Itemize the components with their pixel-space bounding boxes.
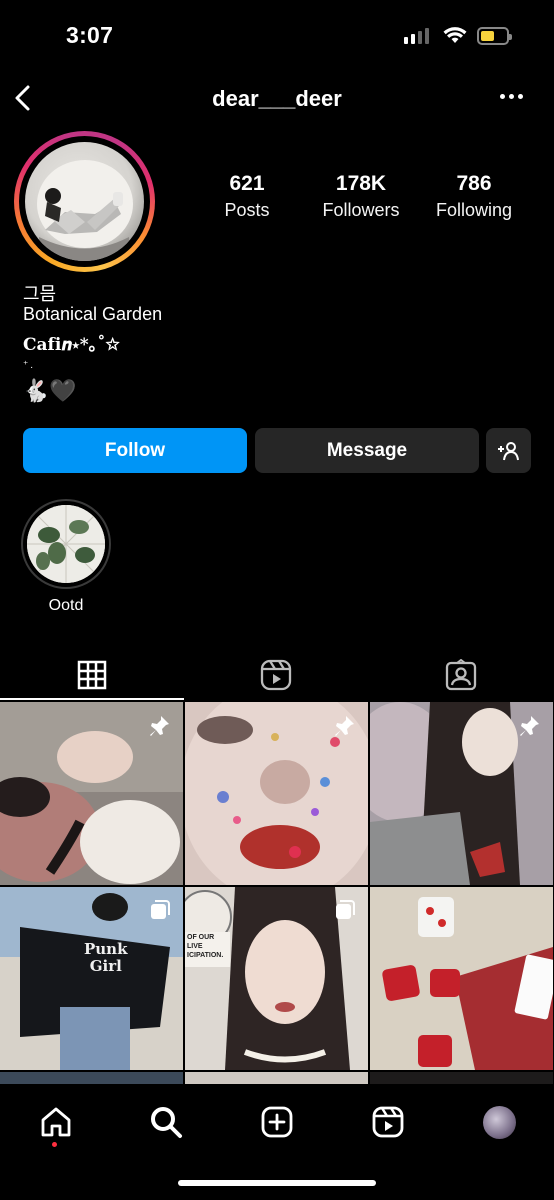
following-label: Following (435, 200, 513, 220)
more-options-button[interactable] (500, 94, 523, 99)
nav-create[interactable] (257, 1102, 297, 1142)
following-stat[interactable]: 786 Following (424, 172, 524, 221)
grid-post[interactable] (370, 887, 553, 1070)
pin-icon (335, 716, 354, 736)
tab-tagged[interactable] (369, 652, 553, 698)
followers-count: 178K (335, 172, 387, 195)
bio-line-1: Botanical Garden (23, 304, 163, 324)
carousel-icon (151, 900, 170, 919)
grid-icon (77, 660, 107, 690)
battery-icon (477, 27, 512, 45)
nav-reels[interactable] (368, 1102, 408, 1142)
create-icon (261, 1106, 293, 1138)
profile-avatar-icon (482, 1105, 516, 1139)
bio-name: 그믐 (23, 284, 57, 304)
highlight-ootd[interactable] (21, 499, 111, 589)
grid-post[interactable]: OF OUR LIVE ICIPATION. (185, 887, 368, 1070)
highlight-cover (27, 505, 105, 583)
profile-avatar[interactable] (14, 131, 155, 272)
signal-icon (404, 28, 429, 44)
posts-count: 621 (229, 172, 265, 195)
status-time: 3:07 (66, 22, 114, 48)
notification-dot (52, 1142, 57, 1147)
following-count: 786 (456, 172, 492, 195)
grid-post[interactable]: Punk Girl (0, 887, 183, 1070)
follow-button[interactable]: Follow (23, 428, 247, 473)
pin-icon (520, 716, 539, 736)
carousel-icon (336, 900, 355, 919)
bio-line-4: 🐇🖤 (22, 378, 77, 403)
highlight-label: Ootd (48, 597, 84, 614)
home-indicator (178, 1180, 376, 1186)
more-icon (500, 94, 505, 99)
grid-post[interactable] (370, 702, 553, 885)
reels-icon (260, 659, 292, 691)
message-button[interactable]: Message (255, 428, 479, 473)
search-icon (151, 1107, 182, 1138)
suggest-user-button[interactable] (486, 428, 531, 473)
profile-photo (25, 142, 144, 261)
pin-icon (150, 716, 169, 736)
followers-label: Followers (322, 200, 400, 220)
profile-username: dear___deer (212, 86, 342, 111)
tab-posts-grid[interactable] (0, 652, 184, 698)
posts-label: Posts (224, 200, 270, 220)
tab-reels[interactable] (184, 652, 368, 698)
bio-line-2: 𝐂𝐚𝐟𝐢𝒏⋆*｡˚✩ (23, 335, 120, 355)
tagged-icon (445, 659, 477, 691)
grid-post[interactable] (0, 702, 183, 885)
bio-line-3: ⁺. (23, 360, 36, 371)
followers-stat[interactable]: 178K Followers (311, 172, 411, 221)
nav-profile[interactable] (479, 1102, 519, 1142)
sign-text: OF OUR LIVE ICIPATION. (187, 934, 224, 959)
active-tab-indicator (0, 698, 184, 700)
add-person-icon (497, 441, 519, 460)
grid-post[interactable] (185, 702, 368, 885)
shirt-text: Punk Girl (84, 940, 128, 975)
posts-stat: 621 Posts (211, 172, 283, 221)
nav-home[interactable] (36, 1102, 76, 1142)
reels-icon (372, 1106, 404, 1138)
nav-search[interactable] (146, 1102, 186, 1142)
wifi-icon (443, 26, 467, 49)
home-icon (41, 1107, 71, 1137)
